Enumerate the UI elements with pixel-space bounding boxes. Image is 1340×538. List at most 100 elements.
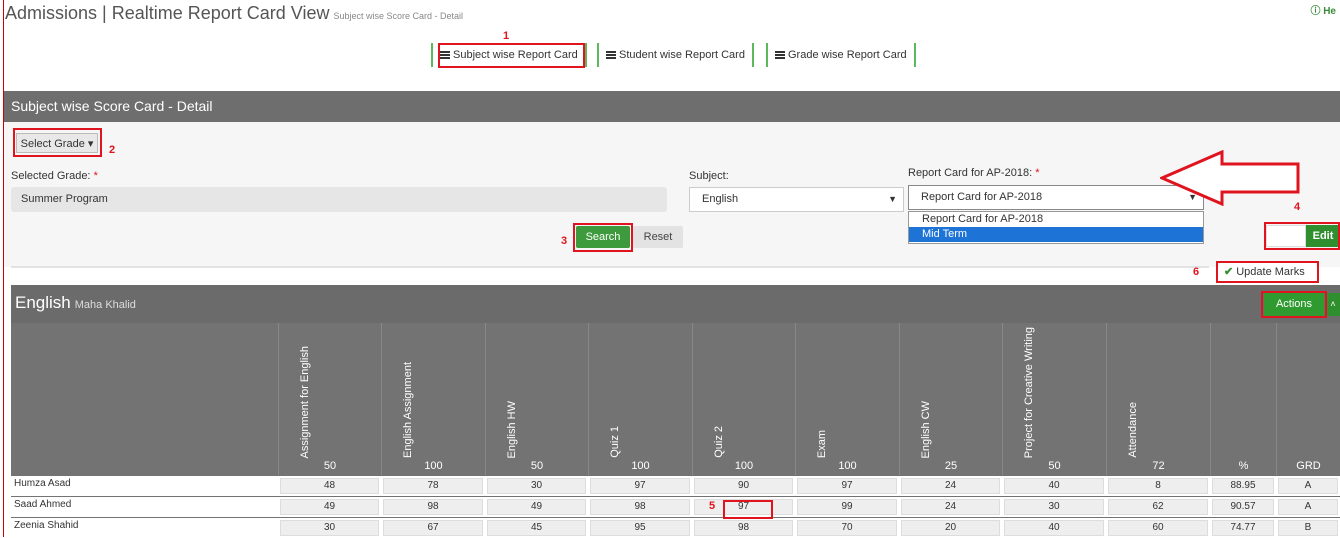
score-cell[interactable]: 98 — [590, 499, 690, 515]
subject-label: Subject: — [689, 170, 729, 182]
selected-grade-label-text: Selected Grade: — [11, 170, 91, 182]
column-max: 72 — [1152, 460, 1165, 472]
required-mark: * — [1035, 167, 1040, 179]
column-name: English Assignment — [402, 362, 414, 458]
report-card-dropdown: Report Card for AP-2018 Mid Term — [908, 211, 1204, 244]
score-cell[interactable]: 99 — [797, 499, 897, 515]
annotation-number-5: 5 — [709, 500, 716, 512]
column-max: 50 — [530, 460, 544, 472]
column-header: GRD — [1276, 323, 1340, 475]
page-title-text: Admissions | Realtime Report Card View — [5, 3, 330, 23]
score-cell[interactable]: 49 — [487, 499, 586, 515]
column-max: 100 — [631, 460, 650, 472]
score-cell[interactable]: 62 — [1108, 499, 1208, 515]
subject-section-header: English Maha Khalid — [11, 285, 1340, 323]
column-name: Attendance — [1127, 402, 1139, 458]
column-header: Exam 100 — [795, 323, 899, 475]
section-subject: English Maha Khalid — [15, 293, 136, 313]
required-mark: * — [93, 170, 98, 182]
table-row: Zeenia Shahid 30 67 45 95 98 70 20 40 60 74.77 B — [11, 518, 1340, 538]
score-cell[interactable]: 40 — [1004, 478, 1104, 494]
score-cell[interactable]: 30 — [487, 478, 586, 494]
score-cell[interactable]: 49 — [280, 499, 379, 515]
score-cell[interactable]: 24 — [901, 478, 1000, 494]
list-icon — [606, 51, 616, 59]
collapse-toggle[interactable]: ˄ — [1326, 293, 1340, 316]
divider — [11, 266, 1209, 268]
column-header: English CW 25 — [899, 323, 1002, 475]
score-cell[interactable]: 48 — [280, 478, 379, 494]
percent-cell: 90.57 — [1212, 499, 1274, 515]
score-cell[interactable]: 98 — [694, 520, 793, 536]
score-cell[interactable]: 30 — [1004, 499, 1104, 515]
column-max: 25 — [944, 460, 958, 472]
subject-select[interactable]: English ▼ — [689, 187, 904, 212]
table-row: Humza Asad 48 78 30 97 90 97 24 40 8 88.95 A — [11, 476, 1340, 496]
column-name: Assignment for English — [299, 345, 311, 459]
help-link[interactable]: ⓘ He — [1310, 2, 1336, 17]
column-name: English HW — [506, 400, 518, 458]
page-title: Admissions | Realtime Report Card View Su… — [5, 3, 463, 24]
tab-label: Grade wise Report Card — [788, 49, 907, 61]
score-cell[interactable]: 40 — [1004, 520, 1104, 536]
score-cell[interactable]: 97 — [590, 478, 690, 494]
score-cell[interactable]: 90 — [694, 478, 793, 494]
column-header: English HW 50 — [485, 323, 588, 475]
score-cell[interactable]: 95 — [590, 520, 690, 536]
annotation-box-7 — [1261, 291, 1327, 318]
column-header: Assignment for English 50 — [278, 323, 381, 475]
column-name: Exam — [816, 429, 828, 458]
table-row: Saad Ahmed 49 98 49 98 97 99 24 30 62 90.57 A — [11, 497, 1340, 517]
score-cell[interactable]: 60 — [1108, 520, 1208, 536]
column-header: Attendance 72 — [1106, 323, 1210, 475]
column-max: 100 — [838, 460, 857, 472]
student-name: Zeenia Shahid — [14, 520, 79, 531]
score-cell[interactable]: 24 — [901, 499, 1000, 515]
annotation-number-2: 2 — [109, 144, 116, 156]
annotation-number-4: 4 — [1294, 201, 1301, 213]
annotation-box-1 — [438, 43, 585, 68]
column-max: % — [1238, 460, 1249, 472]
list-icon — [775, 51, 785, 59]
score-cell[interactable]: 70 — [797, 520, 897, 536]
student-name: Humza Asad — [14, 478, 71, 489]
column-max: 100 — [734, 460, 754, 472]
score-cell[interactable]: 30 — [280, 520, 379, 536]
tab-grade-wise[interactable]: Grade wise Report Card — [766, 43, 916, 67]
score-cell[interactable]: 8 — [1108, 478, 1208, 494]
dropdown-option-selected[interactable]: Mid Term — [909, 227, 1203, 242]
score-cell[interactable]: 45 — [487, 520, 586, 536]
annotation-arrow-icon — [1160, 150, 1300, 206]
section-subject-name: English — [15, 293, 71, 312]
score-cell[interactable]: 20 — [901, 520, 1000, 536]
annotation-box-6 — [1216, 261, 1319, 283]
selected-grade-label: Selected Grade: * — [11, 170, 98, 182]
report-card-label-text: Report Card for AP-2018: — [908, 167, 1033, 179]
column-name: Quiz 2 — [713, 426, 725, 458]
selected-grade-field: Summer Program — [11, 187, 667, 212]
reset-button[interactable]: Reset — [633, 226, 683, 248]
annotation-box-5 — [723, 500, 773, 519]
column-max: GRD — [1296, 460, 1321, 472]
dropdown-option[interactable]: Report Card for AP-2018 — [909, 212, 1203, 227]
section-teacher: Maha Khalid — [74, 299, 136, 311]
annotation-box-3 — [573, 223, 633, 252]
column-max: 100 — [424, 460, 443, 472]
column-header: Project for Creative Writing 50 — [1002, 323, 1106, 475]
page-subtitle: Subject wise Score Card - Detail — [333, 11, 464, 21]
left-border — [3, 0, 4, 537]
score-cell[interactable]: 67 — [383, 520, 483, 536]
score-cell[interactable]: 98 — [383, 499, 483, 515]
column-header: Quiz 1 100 — [588, 323, 692, 475]
annotation-number-3: 3 — [561, 235, 568, 247]
panel-title: Subject wise Score Card - Detail — [4, 91, 1340, 122]
grade-cell: A — [1278, 499, 1338, 515]
percent-cell: 88.95 — [1212, 478, 1274, 494]
column-max: 50 — [1048, 460, 1061, 472]
grade-cell: B — [1278, 520, 1338, 536]
score-cell[interactable]: 97 — [797, 478, 897, 494]
student-name: Saad Ahmed — [14, 499, 72, 510]
tab-student-wise[interactable]: Student wise Report Card — [597, 43, 754, 67]
score-cell[interactable]: 78 — [383, 478, 483, 494]
annotation-box-2 — [13, 128, 102, 157]
